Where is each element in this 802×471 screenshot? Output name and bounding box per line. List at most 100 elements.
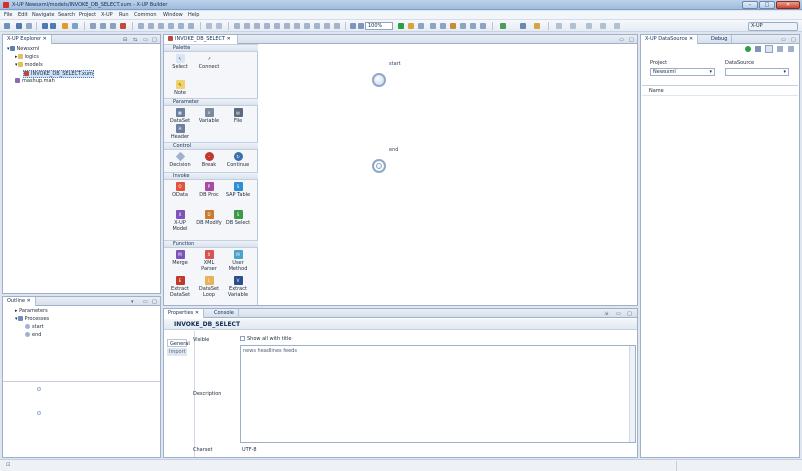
menu-window[interactable]: Window xyxy=(163,12,183,18)
tree-item-models[interactable]: ▾ models xyxy=(15,62,43,68)
build-icon[interactable] xyxy=(62,23,68,29)
delete-icon[interactable] xyxy=(120,23,126,29)
next-annotation-icon[interactable] xyxy=(556,23,562,29)
align-center-icon[interactable] xyxy=(148,23,154,29)
start-node[interactable] xyxy=(372,73,386,87)
palette-section-parameter[interactable]: Parameter xyxy=(164,98,258,106)
outline-item-end[interactable]: end xyxy=(25,332,41,338)
history-icon[interactable] xyxy=(460,23,466,29)
ruler-icon[interactable] xyxy=(264,23,270,29)
refresh-icon[interactable] xyxy=(418,23,424,29)
palette-xml-parser[interactable]: X XML Parser xyxy=(196,250,222,272)
align-right-icon[interactable] xyxy=(158,23,164,29)
paste-icon[interactable] xyxy=(110,23,116,29)
tab-debug[interactable]: Debug xyxy=(707,35,733,44)
last-edit-icon[interactable] xyxy=(586,23,592,29)
minimize-button[interactable]: – xyxy=(742,1,758,9)
import-icon[interactable] xyxy=(440,23,446,29)
palette-header[interactable]: H Header xyxy=(167,124,193,140)
front-icon[interactable] xyxy=(324,23,330,29)
back-icon[interactable] xyxy=(42,23,48,29)
outline-menu-icon[interactable]: ▾ xyxy=(131,299,134,305)
collapse-all-icon[interactable]: ⊟ xyxy=(123,37,127,43)
new-icon[interactable] xyxy=(4,23,10,29)
distribute-icon[interactable] xyxy=(274,23,280,29)
lock-icon[interactable] xyxy=(314,23,320,29)
palette-merge[interactable]: M Merge xyxy=(167,250,193,266)
project-select[interactable]: Newsxml ▾ xyxy=(650,68,715,76)
minimize-view-icon[interactable]: ▭ xyxy=(143,299,148,305)
minimize-view-icon[interactable]: ▭ xyxy=(781,37,786,43)
order-icon[interactable] xyxy=(284,23,290,29)
palette-dataset-loop[interactable]: L DataSet Loop xyxy=(196,276,222,298)
back-layer-icon[interactable] xyxy=(334,23,340,29)
ungroup-icon[interactable] xyxy=(304,23,310,29)
compare-icon[interactable] xyxy=(470,23,476,29)
copy-icon[interactable] xyxy=(100,23,106,29)
zoom-select[interactable]: 100% xyxy=(365,22,393,30)
maximize-button[interactable]: □ xyxy=(759,1,775,9)
align-left-icon[interactable] xyxy=(138,23,144,29)
tab-console[interactable]: Console xyxy=(210,309,239,318)
pin-icon[interactable]: ⇲ xyxy=(604,311,608,317)
palette-note[interactable]: ✎ Note xyxy=(167,80,193,96)
maximize-view-icon[interactable]: □ xyxy=(627,311,632,317)
save-icon[interactable] xyxy=(16,23,22,29)
palette-file[interactable]: ▤ File xyxy=(225,108,251,124)
forward-icon[interactable] xyxy=(50,23,56,29)
minimize-view-icon[interactable]: ▭ xyxy=(616,311,621,317)
menu-xup[interactable]: X-UP xyxy=(101,12,113,18)
tab-xup-explorer[interactable]: X-UP Explorer ✕ xyxy=(3,35,52,44)
minimize-editor-icon[interactable]: ▭ xyxy=(619,37,624,43)
palette-db-select[interactable]: S DB Select xyxy=(225,210,251,226)
maximize-editor-icon[interactable]: □ xyxy=(629,37,634,43)
maximize-view-icon[interactable]: □ xyxy=(152,299,157,305)
palette-odata[interactable]: O OData xyxy=(167,182,193,198)
outline-item-parameters[interactable]: ▸ Parameters xyxy=(15,308,48,314)
palette-decision[interactable]: Decision xyxy=(167,151,193,168)
palette-section-control[interactable]: Control xyxy=(164,142,258,150)
export-icon[interactable] xyxy=(430,23,436,29)
tab-invoke-db-select[interactable]: INVOKE_DB_SELECT ✕ xyxy=(164,35,238,44)
description-textarea[interactable]: news headlines feeds xyxy=(240,345,636,443)
favorite-icon[interactable] xyxy=(534,23,540,29)
palette-section-function[interactable]: Function xyxy=(164,240,258,248)
outline-item-start[interactable]: start xyxy=(25,324,44,330)
align-bottom-icon[interactable] xyxy=(188,23,194,29)
prev-annotation-icon[interactable] xyxy=(570,23,576,29)
tools-icon[interactable] xyxy=(520,23,526,29)
palette-variable[interactable]: x Variable xyxy=(196,108,222,124)
menu-project[interactable]: Project xyxy=(79,12,96,18)
tree-item-newsxml[interactable]: ▾ Newsxml xyxy=(7,46,39,52)
maximize-view-icon[interactable]: □ xyxy=(152,37,157,43)
zoom-in-icon[interactable] xyxy=(358,23,364,29)
align-top-icon[interactable] xyxy=(168,23,174,29)
datasource-select[interactable]: ▾ xyxy=(725,68,789,76)
match-width-icon[interactable] xyxy=(206,23,212,29)
palette-dataset[interactable]: ▦ DataSet xyxy=(167,108,193,124)
palette-sap-table[interactable]: S SAP Table xyxy=(225,182,251,198)
palette-extract-variable[interactable]: V Extract Variable xyxy=(225,276,251,298)
plugin-icon[interactable] xyxy=(500,23,506,29)
menu-run[interactable]: Run xyxy=(119,12,129,18)
prop-tab-import[interactable]: Import xyxy=(167,348,187,356)
grid-icon[interactable] xyxy=(244,23,250,29)
run-icon[interactable] xyxy=(398,23,404,29)
end-node[interactable] xyxy=(372,159,386,173)
tree-item-invoke-db-select[interactable]: INVOKE_DB_SELECT.xum xyxy=(23,70,95,78)
menu-help[interactable]: Help xyxy=(188,12,199,18)
nav-forward-icon[interactable] xyxy=(614,23,620,29)
layout-icon[interactable] xyxy=(234,23,240,29)
tree-item-mashup[interactable]: mashup.mah xyxy=(15,78,55,84)
show-all-checkbox[interactable] xyxy=(240,336,245,341)
palette-connect[interactable]: ↗ Connect xyxy=(196,54,222,70)
nav-back-icon[interactable] xyxy=(600,23,606,29)
group-icon[interactable] xyxy=(294,23,300,29)
save-all-icon[interactable] xyxy=(26,23,32,29)
refresh-icon[interactable] xyxy=(745,46,751,52)
zoom-out-icon[interactable] xyxy=(350,23,356,29)
settings-icon[interactable] xyxy=(777,46,783,52)
match-height-icon[interactable] xyxy=(216,23,222,29)
view-toggle-icon[interactable] xyxy=(765,45,773,53)
debug-icon[interactable] xyxy=(408,23,414,29)
